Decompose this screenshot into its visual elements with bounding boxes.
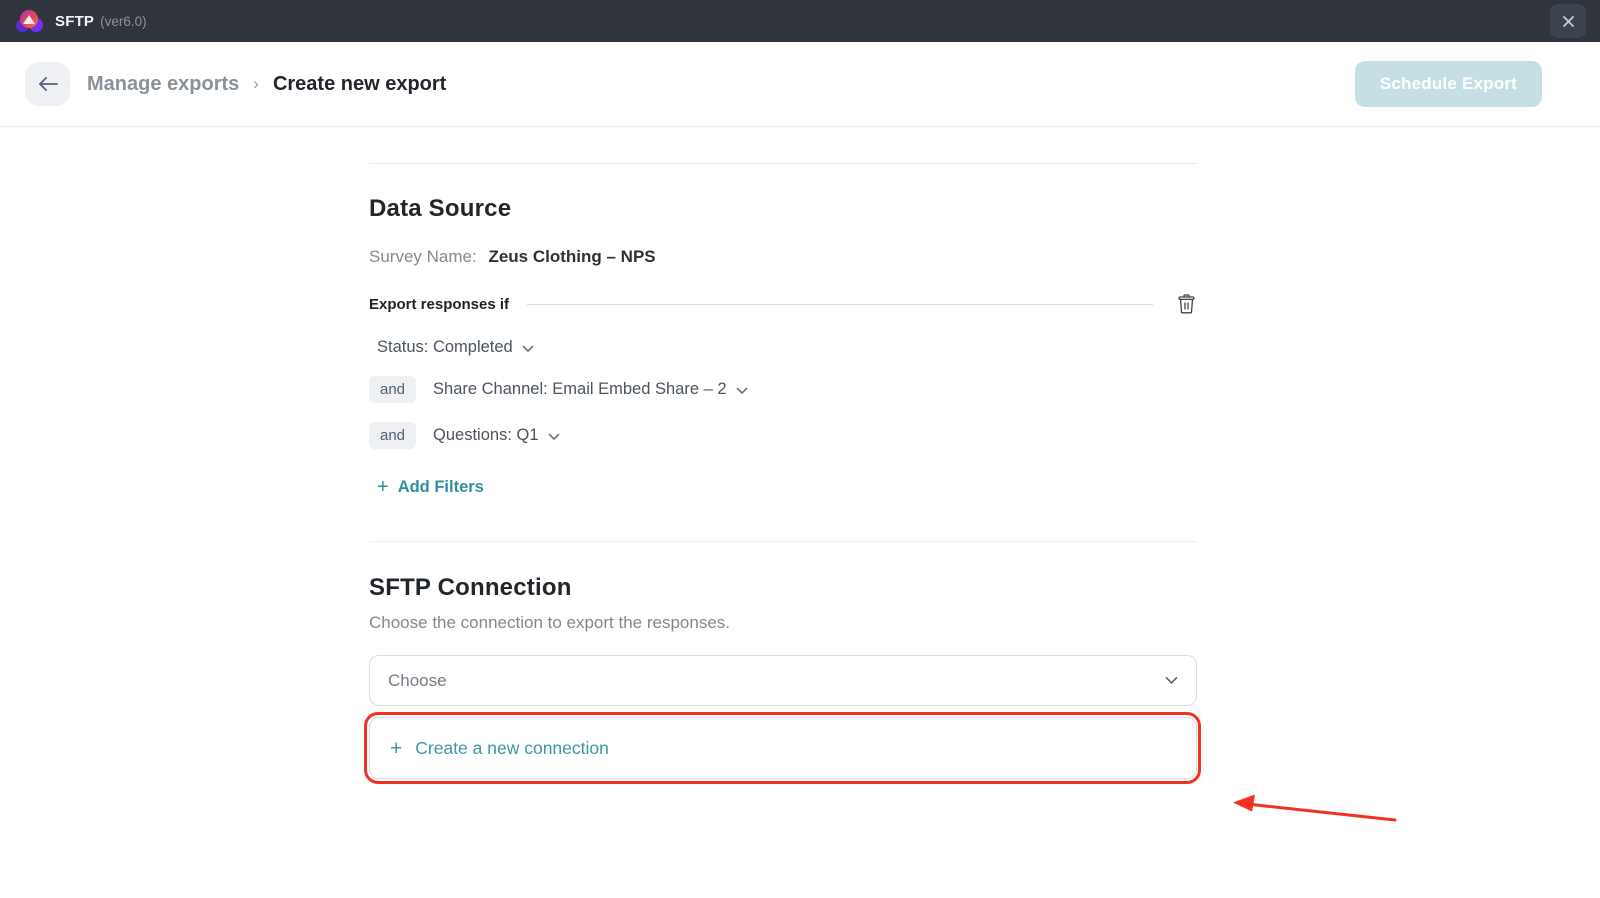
connection-select[interactable]: Choose xyxy=(369,655,1197,706)
delete-filter-group-button[interactable] xyxy=(1175,293,1197,315)
section-divider xyxy=(369,541,1197,542)
sftp-connection-subtitle: Choose the connection to export the resp… xyxy=(369,613,1197,633)
create-connection-wrapper: + Create a new connection xyxy=(369,717,1197,779)
plus-icon: + xyxy=(390,738,402,759)
back-button[interactable] xyxy=(25,62,70,106)
chevron-down-icon xyxy=(1165,676,1178,685)
filter-row-questions: and Questions: Q1 xyxy=(369,422,1197,449)
and-conjunction-badge: and xyxy=(369,422,416,449)
chevron-down-icon xyxy=(736,382,748,400)
export-condition-label: Export responses if xyxy=(369,296,509,313)
page-title: Create new export xyxy=(273,73,446,96)
arrow-left-icon xyxy=(37,76,59,92)
window-titlebar: SFTP (ver6.0) xyxy=(0,0,1600,42)
chevron-down-icon xyxy=(548,428,560,446)
filter-row-share-channel: and Share Channel: Email Embed Share – 2 xyxy=(369,376,1197,403)
breadcrumb-manage-exports[interactable]: Manage exports xyxy=(87,73,239,96)
export-form: Data Source Survey Name: Zeus Clothing –… xyxy=(369,163,1197,779)
page-header: Manage exports › Create new export Sched… xyxy=(0,42,1600,127)
data-source-title: Data Source xyxy=(369,195,1197,223)
annotation-arrow xyxy=(1205,780,1415,835)
create-new-connection-label: Create a new connection xyxy=(415,738,609,759)
filter-questions-dropdown[interactable]: Questions: Q1 xyxy=(433,426,538,445)
condition-rule-line xyxy=(527,304,1153,305)
add-filters-button[interactable]: + Add Filters xyxy=(369,477,1197,497)
breadcrumb-separator: › xyxy=(253,74,259,94)
filter-status-dropdown[interactable]: Status: Completed xyxy=(377,338,513,357)
filter-share-channel-dropdown[interactable]: Share Channel: Email Embed Share – 2 xyxy=(433,380,727,399)
schedule-export-button[interactable]: Schedule Export xyxy=(1355,61,1542,107)
export-condition-row: Export responses if xyxy=(369,293,1197,315)
connection-select-value: Choose xyxy=(388,671,1165,691)
app-version: (ver6.0) xyxy=(100,14,147,29)
chevron-down-icon xyxy=(522,340,534,358)
survey-name-row: Survey Name: Zeus Clothing – NPS xyxy=(369,247,1197,267)
add-filters-label: Add Filters xyxy=(398,478,484,497)
app-title: SFTP xyxy=(55,13,94,30)
and-conjunction-badge: and xyxy=(369,376,416,403)
app-logo-icon xyxy=(16,10,43,33)
plus-icon: + xyxy=(377,477,389,497)
close-button[interactable] xyxy=(1550,4,1586,38)
sftp-connection-title: SFTP Connection xyxy=(369,574,1197,602)
trash-icon xyxy=(1178,294,1195,314)
survey-name-value: Zeus Clothing – NPS xyxy=(488,247,655,266)
section-divider xyxy=(369,163,1197,164)
close-icon xyxy=(1562,15,1575,28)
filter-row-status: Status: Completed xyxy=(369,338,1197,357)
create-new-connection-button[interactable]: + Create a new connection xyxy=(369,717,1197,779)
survey-name-label: Survey Name: xyxy=(369,247,477,266)
